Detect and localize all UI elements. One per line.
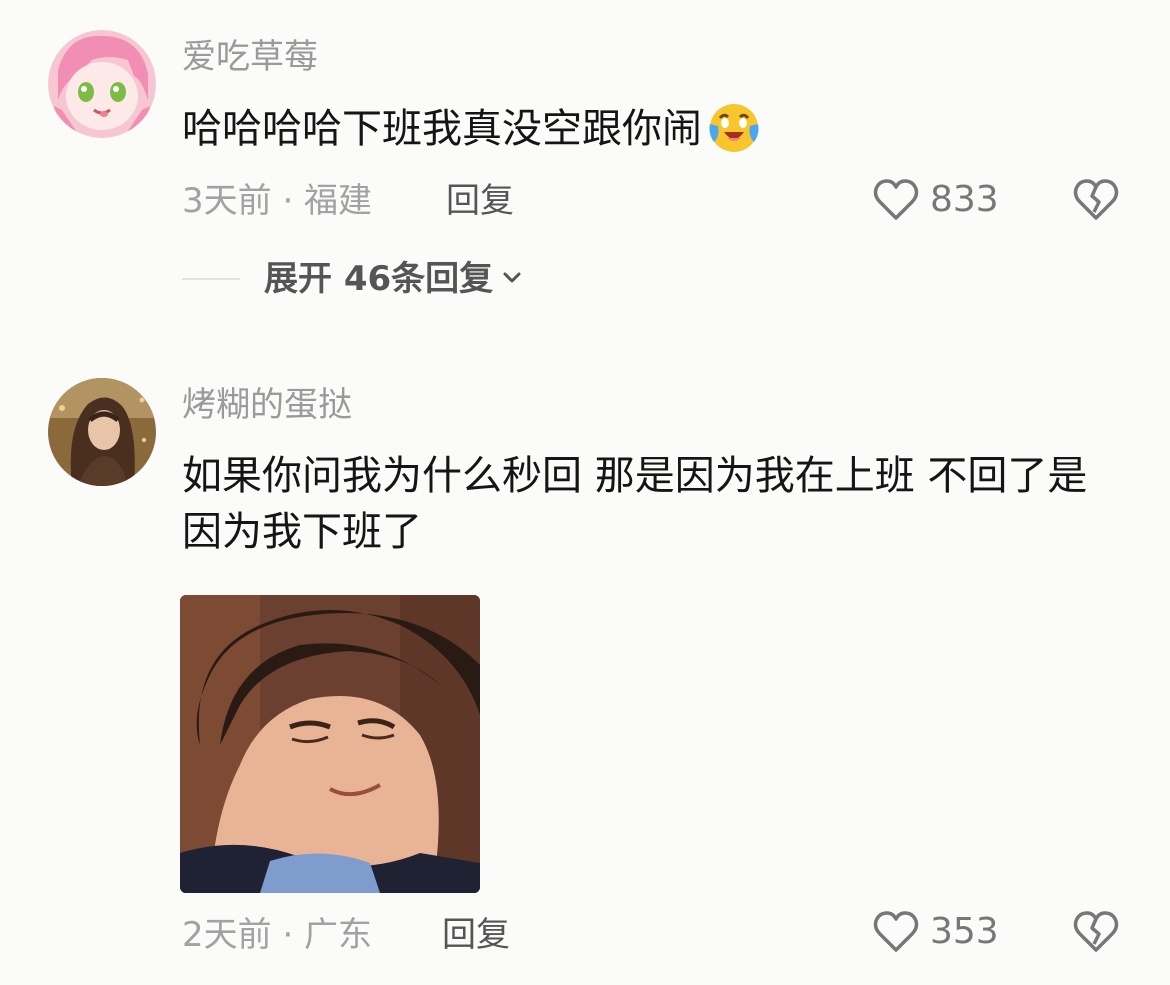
crying-laughing-emoji-icon	[706, 98, 762, 169]
dislike-button[interactable]	[1072, 910, 1120, 954]
comment-item: 烤糊的蛋挞 如果你问我为什么秒回 那是因为我在上班 不回了是因为我下班了 2天前…	[0, 340, 1170, 985]
chevron-down-icon	[501, 266, 523, 292]
like-button[interactable]: 833	[872, 178, 999, 222]
avatar[interactable]	[48, 378, 156, 486]
comment-text: 如果你问我为什么秒回 那是因为我在上班 不回了是因为我下班了	[182, 453, 1088, 555]
comment-image[interactable]	[180, 595, 480, 893]
reply-button[interactable]: 回复	[446, 184, 514, 218]
like-count: 353	[930, 911, 999, 952]
reply-button[interactable]: 回复	[442, 918, 510, 952]
comment-text-body: 哈哈哈哈下班我真没空跟你闹	[182, 106, 702, 152]
like-button[interactable]: 353	[872, 910, 999, 954]
comment-text: 哈哈哈哈下班我真没空跟你闹	[182, 98, 1122, 169]
expand-replies-label: 展开 46条回复	[264, 259, 494, 299]
heart-outline-icon	[872, 910, 920, 954]
avatar[interactable]	[48, 30, 156, 138]
like-count: 833	[930, 179, 999, 220]
comment-item: 爱吃草莓 哈哈哈哈下班我真没空跟你闹 3天前 · 福建 回复 833 展开 46…	[0, 0, 1170, 320]
broken-heart-icon	[1072, 179, 1120, 226]
divider-line	[182, 278, 240, 280]
broken-heart-icon	[1072, 911, 1120, 958]
username[interactable]: 烤糊的蛋挞	[182, 388, 352, 422]
comment-meta: 2天前 · 广东	[182, 915, 373, 955]
username[interactable]: 爱吃草莓	[182, 40, 318, 74]
comment-meta: 3天前 · 福建	[182, 181, 373, 221]
heart-outline-icon	[872, 178, 920, 222]
dislike-button[interactable]	[1072, 178, 1120, 222]
expand-replies-button[interactable]: 展开 46条回复	[182, 262, 523, 296]
